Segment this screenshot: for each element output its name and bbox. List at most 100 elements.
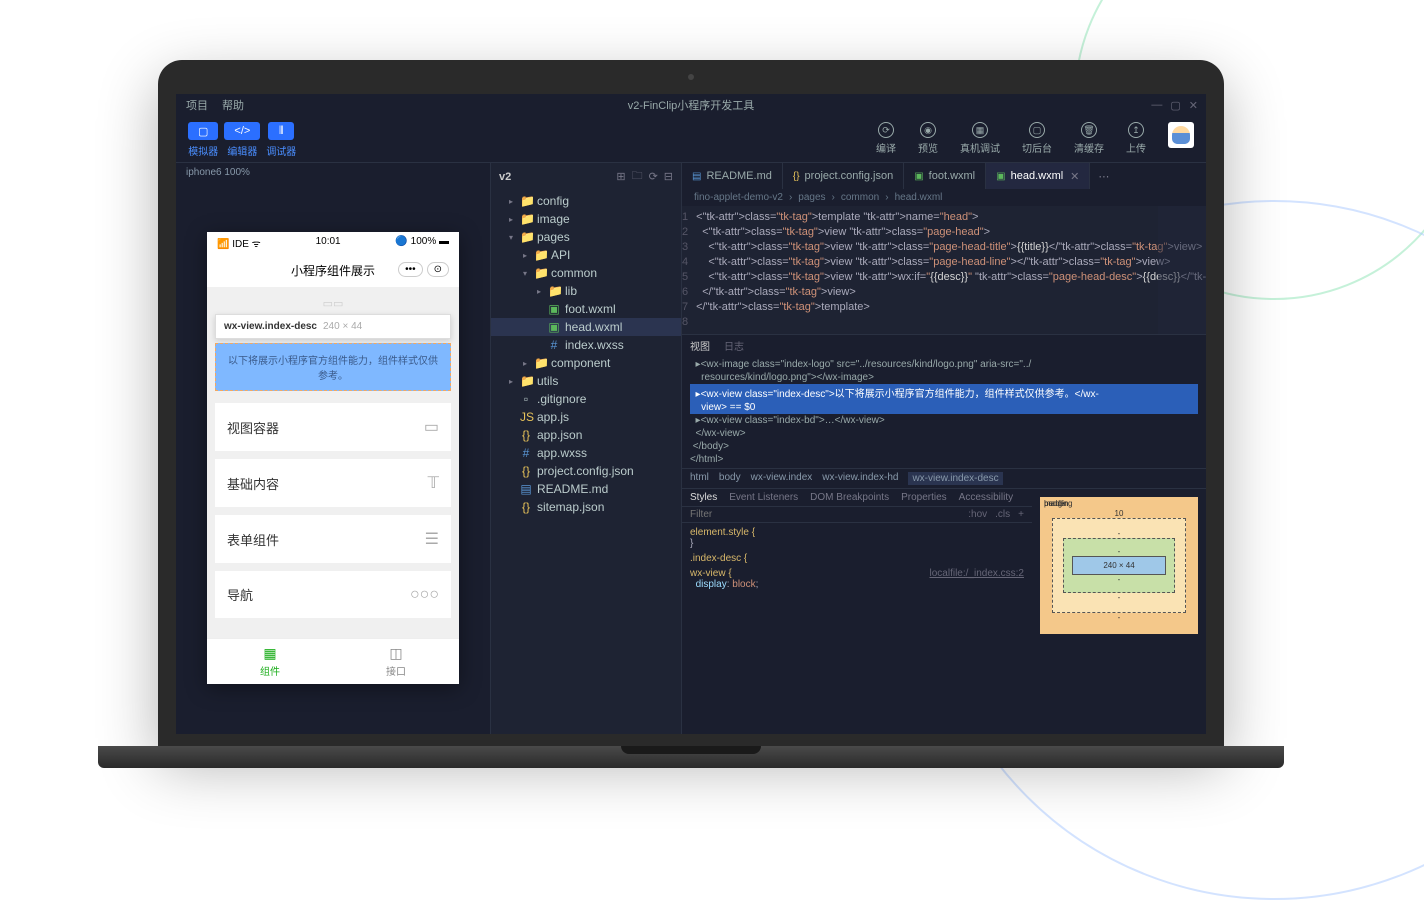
collapse-icon[interactable]: ⊟: [664, 170, 673, 183]
tab-component[interactable]: ▦组件: [207, 639, 333, 684]
css-rules[interactable]: element.style {} .index-desc {</span></di…: [682, 523, 1032, 598]
editor-toggle[interactable]: </>: [224, 122, 260, 140]
camera-dot: [688, 74, 694, 80]
folder-node[interactable]: ▾📁pages: [491, 228, 681, 246]
dom-node[interactable]: </html>: [690, 453, 1198, 466]
file-node[interactable]: {}sitemap.json: [491, 498, 681, 516]
editor-tab[interactable]: ▤README.md: [682, 163, 783, 189]
filter-input[interactable]: [690, 509, 968, 520]
tab-view[interactable]: 视图: [690, 338, 710, 353]
dom-node[interactable]: resources/kind/logo.png"></wx-image>: [690, 371, 1198, 384]
list-item[interactable]: 导航○○○: [215, 571, 451, 618]
breadcrumb-segment[interactable]: common: [841, 192, 879, 203]
dom-node[interactable]: ▸<wx-view class="index-bd">…</wx-view>: [690, 414, 1198, 427]
dom-tree[interactable]: ▸<wx-image class="index-logo" src="../re…: [682, 356, 1206, 468]
remote-debug-button[interactable]: ▦真机调试: [960, 122, 1000, 155]
breadcrumb-segment[interactable]: pages: [798, 192, 825, 203]
folder-node[interactable]: ▸📁utils: [491, 372, 681, 390]
new-file-icon[interactable]: ⊞: [616, 170, 625, 183]
dom-node[interactable]: view> == $0: [690, 401, 1198, 414]
logo-placeholder: ▭▭: [215, 297, 451, 310]
code-editor[interactable]: 12345678 <"tk-attr">class="tk-tag">templ…: [682, 206, 1206, 334]
avatar[interactable]: [1168, 122, 1194, 148]
folder-node[interactable]: ▾📁common: [491, 264, 681, 282]
folder-node[interactable]: ▸📁component: [491, 354, 681, 372]
dom-node[interactable]: ▸<wx-image class="index-logo" src="../re…: [690, 358, 1198, 371]
menu-help[interactable]: 帮助: [222, 97, 244, 113]
background-button[interactable]: ▢切后台: [1022, 122, 1052, 155]
tab-api[interactable]: ◫接口: [333, 639, 459, 684]
file-node[interactable]: ▣foot.wxml: [491, 300, 681, 318]
simulator-toggle[interactable]: ▢: [188, 122, 218, 140]
new-folder-icon[interactable]: 🗀: [632, 167, 643, 186]
menubar: 项目 帮助 v2-FinClip小程序开发工具 — ▢ ✕: [176, 94, 1206, 116]
minimap[interactable]: [1158, 206, 1206, 334]
file-node[interactable]: ▣head.wxml: [491, 318, 681, 336]
capsule-close-icon[interactable]: ⊙: [427, 262, 449, 277]
file-node[interactable]: #index.wxss: [491, 336, 681, 354]
dom-breadcrumb: html body wx-view.index wx-view.index-hd wx-…: [682, 468, 1206, 488]
dom-crumb[interactable]: wx-view.index-hd: [822, 472, 898, 485]
dom-node[interactable]: </wx-view>: [690, 427, 1198, 440]
inspected-element[interactable]: 以下将展示小程序官方组件能力，组件样式仅供参考。: [215, 343, 451, 391]
file-node[interactable]: ▫.gitignore: [491, 390, 681, 408]
more-tabs-icon[interactable]: ⋯: [1090, 170, 1117, 183]
dom-crumb[interactable]: wx-view.index-desc: [908, 472, 1002, 485]
file-node[interactable]: JSapp.js: [491, 408, 681, 426]
dom-crumb[interactable]: wx-view.index: [751, 472, 813, 485]
dom-node[interactable]: ▸<wx-view class="index-desc">以下将展示小程序官方组…: [690, 384, 1198, 401]
file-node[interactable]: #app.wxss: [491, 444, 681, 462]
folder-node[interactable]: ▸📁API: [491, 246, 681, 264]
device-header: 小程序组件展示 ••• ⊙: [207, 254, 459, 287]
breadcrumb-segment[interactable]: head.wxml: [895, 192, 943, 203]
minimize-icon[interactable]: —: [1151, 99, 1162, 112]
list-item[interactable]: 视图容器▭: [215, 403, 451, 451]
file-node[interactable]: {}project.config.json: [491, 462, 681, 480]
maximize-icon[interactable]: ▢: [1170, 99, 1180, 112]
explorer-header: v2 ⊞ 🗀 ⟳ ⊟: [491, 163, 681, 190]
file-node[interactable]: {}app.json: [491, 426, 681, 444]
upload-button[interactable]: ↥上传: [1126, 122, 1146, 155]
debugger-toggle[interactable]: ⫴: [268, 122, 294, 140]
list-item[interactable]: 表单组件☰: [215, 515, 451, 563]
dom-crumb[interactable]: body: [719, 472, 741, 485]
tab-log[interactable]: 日志: [724, 338, 744, 353]
signal-icon: 📶 IDE ᯤ: [217, 236, 261, 250]
styles-tab[interactable]: Styles: [690, 492, 717, 503]
hov-toggle[interactable]: :hov: [968, 509, 987, 520]
refresh-icon[interactable]: ⟳: [649, 170, 658, 183]
editor-tab[interactable]: {}project.config.json: [783, 163, 904, 189]
dom-crumb[interactable]: html: [690, 472, 709, 485]
file-node[interactable]: ▤README.md: [491, 480, 681, 498]
folder-node[interactable]: ▸📁config: [491, 192, 681, 210]
dom-node[interactable]: </body>: [690, 440, 1198, 453]
css-rule[interactable]: wx-view {localfile:/_index.css:2 display…: [690, 568, 1024, 590]
folder-node[interactable]: ▸📁lib: [491, 282, 681, 300]
preview-button[interactable]: ◉预览: [918, 122, 938, 155]
close-tab-icon[interactable]: ✕: [1070, 170, 1079, 183]
device-body[interactable]: ▭▭ wx-view.index-desc240 × 44 以下将展示小程序官方…: [207, 287, 459, 638]
css-rule[interactable]: element.style {}: [690, 527, 1024, 549]
debugger-label: 调试器: [266, 143, 296, 158]
styles-tabs: Styles Event Listeners DOM Breakpoints Prop…: [682, 489, 1032, 506]
menu-project[interactable]: 项目: [186, 97, 208, 113]
styles-tab[interactable]: Accessibility: [959, 492, 1013, 503]
box-model: margin 10 border - padding - 240 × 44 - …: [1032, 489, 1206, 734]
breadcrumb-segment[interactable]: fino-applet-demo-v2: [694, 192, 783, 203]
close-icon[interactable]: ✕: [1189, 99, 1198, 112]
folder-node[interactable]: ▸📁image: [491, 210, 681, 228]
styles-tab[interactable]: Event Listeners: [729, 492, 798, 503]
list-item[interactable]: 基础内容𝕋: [215, 459, 451, 507]
editor-tabs: ▤README.md{}project.config.json▣foot.wxm…: [682, 163, 1206, 189]
styles-tab[interactable]: Properties: [901, 492, 947, 503]
css-rule[interactable]: .index-desc {</span></div><div>&nbsp;&nb…: [690, 553, 1024, 564]
editor-tab[interactable]: ▣foot.wxml: [904, 163, 986, 189]
clear-cache-button[interactable]: 🗑清缓存: [1074, 122, 1104, 155]
editor-tab[interactable]: ▣head.wxml✕: [986, 163, 1090, 189]
cls-toggle[interactable]: .cls: [995, 509, 1010, 520]
simulator-label: 模拟器: [188, 143, 218, 158]
styles-tab[interactable]: DOM Breakpoints: [810, 492, 889, 503]
add-rule-icon[interactable]: +: [1018, 509, 1024, 520]
compile-button[interactable]: ⟳编译: [876, 122, 896, 155]
capsule-menu-icon[interactable]: •••: [398, 262, 423, 277]
